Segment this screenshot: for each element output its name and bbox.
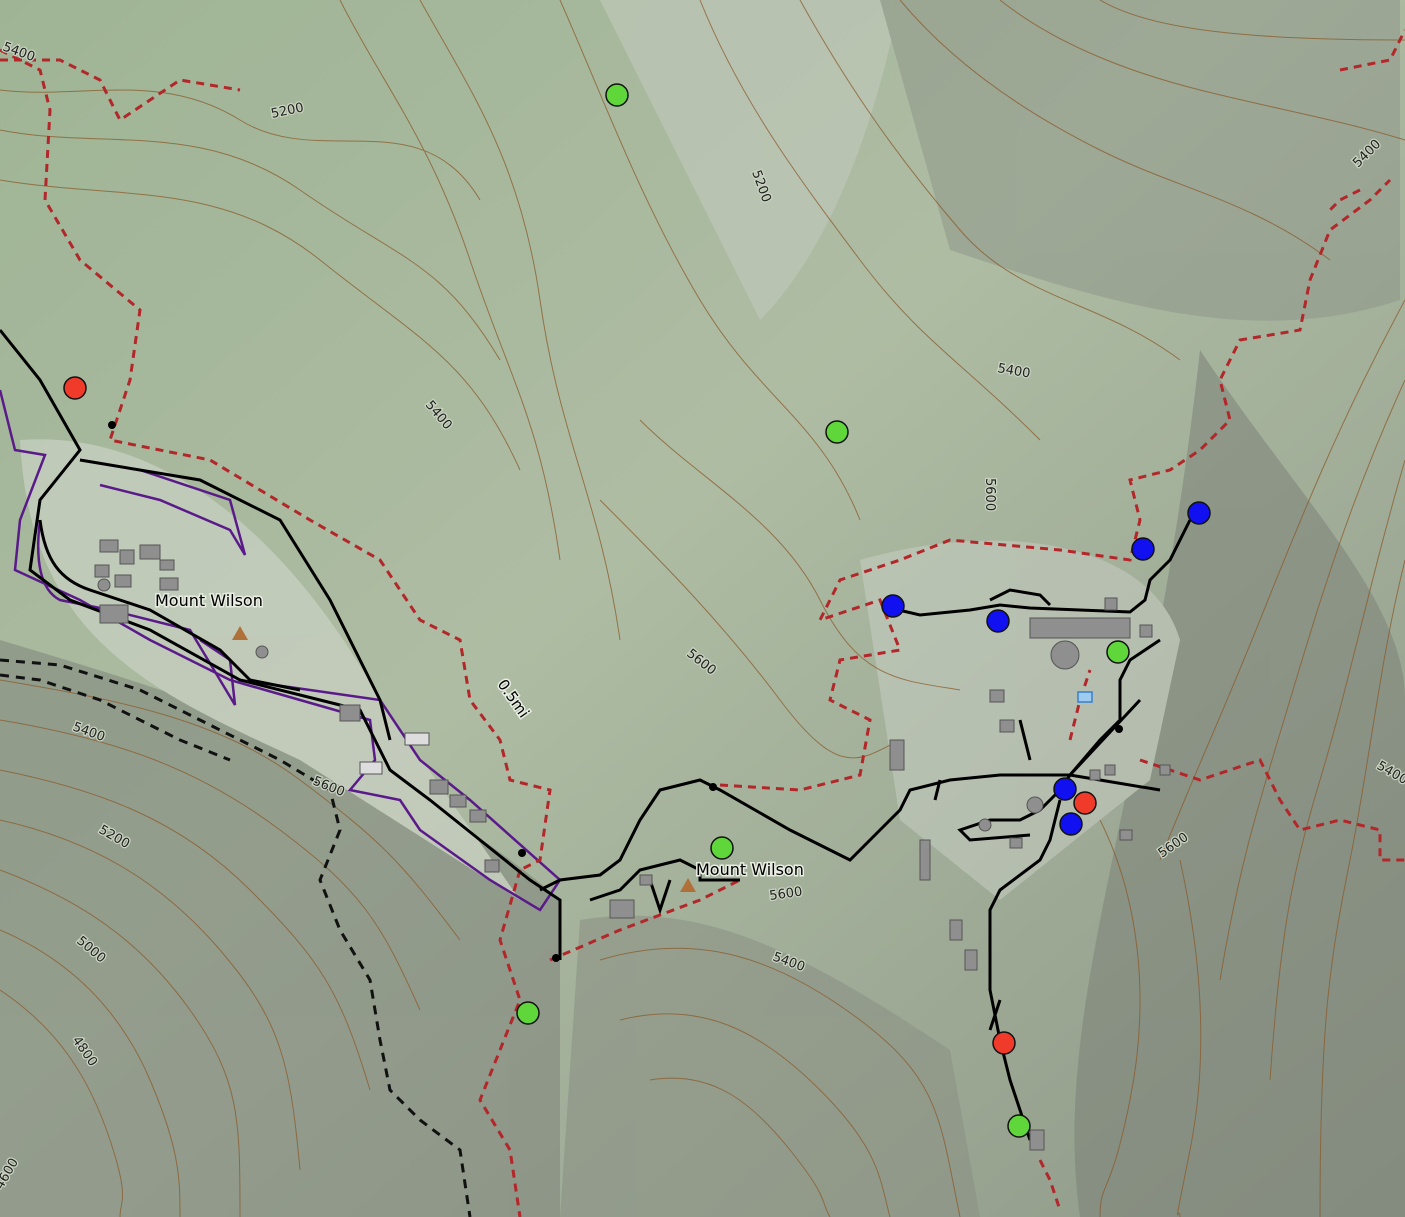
red-marker[interactable] bbox=[63, 376, 87, 400]
green-marker[interactable] bbox=[710, 836, 734, 860]
blue-marker[interactable] bbox=[1187, 501, 1211, 525]
red-marker[interactable] bbox=[1073, 791, 1097, 815]
peak-label-west[interactable]: Mount Wilson bbox=[154, 590, 265, 612]
peak-label-east[interactable]: Mount Wilson bbox=[695, 859, 806, 881]
green-marker[interactable] bbox=[1007, 1114, 1031, 1138]
water bbox=[1077, 691, 1093, 703]
green-marker[interactable] bbox=[825, 420, 849, 444]
blue-marker[interactable] bbox=[881, 594, 905, 618]
topographic-map[interactable]: 5400 5200 5400 5200 5400 5400 5600 5600 … bbox=[0, 0, 1405, 1217]
blue-marker[interactable] bbox=[1131, 537, 1155, 561]
red-marker[interactable] bbox=[992, 1031, 1016, 1055]
green-marker[interactable] bbox=[516, 1001, 540, 1025]
blue-marker[interactable] bbox=[986, 609, 1010, 633]
contour-label: 5600 bbox=[982, 478, 997, 511]
blue-marker[interactable] bbox=[1053, 777, 1077, 801]
green-marker[interactable] bbox=[605, 83, 629, 107]
green-marker[interactable] bbox=[1106, 640, 1130, 664]
blue-marker[interactable] bbox=[1059, 812, 1083, 836]
